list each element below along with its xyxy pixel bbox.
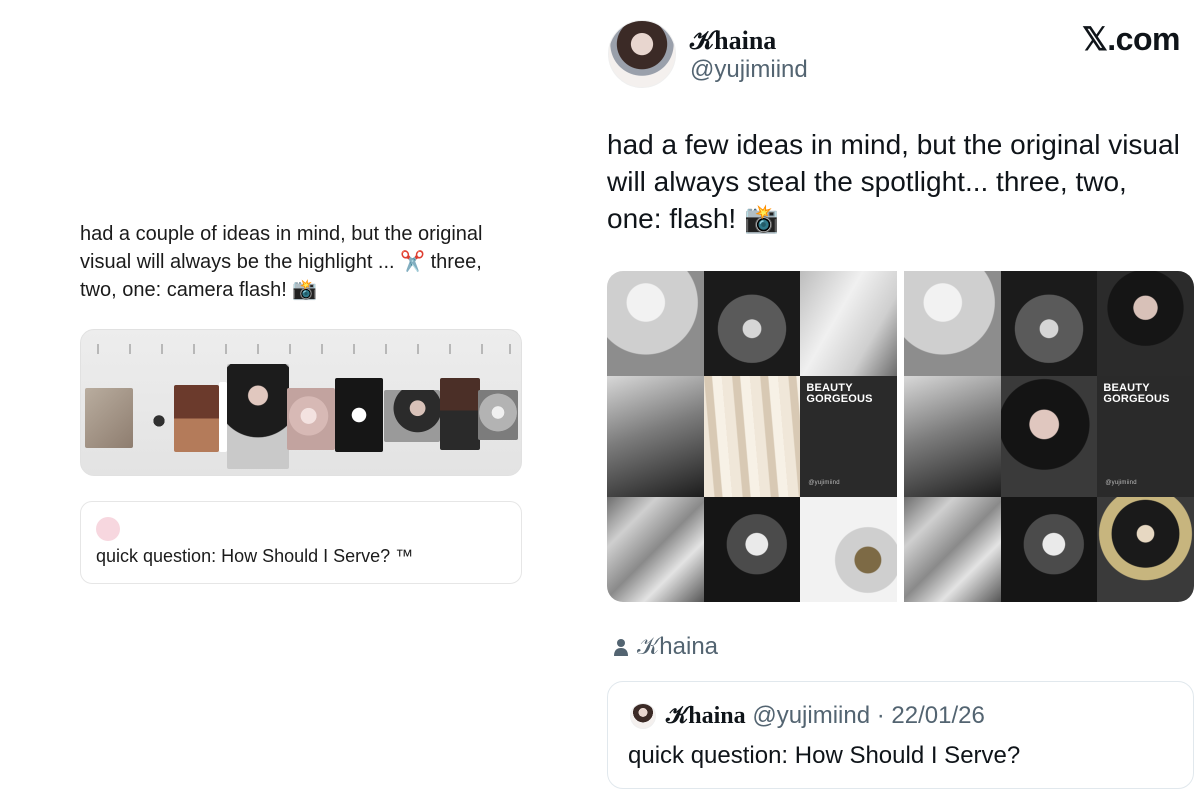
beauty-title: BEAUTY GORGEOUS (1103, 382, 1170, 405)
collage-tick (257, 344, 259, 354)
quoted-tweet-card[interactable]: 𝒦haina @yujimiind · 22/01/26 quick quest… (607, 681, 1194, 789)
quoted-text: quick question: How Should I Serve? (628, 742, 1021, 769)
collage-tick (161, 344, 163, 354)
collage-photo (384, 390, 440, 442)
quoted-avatar (630, 703, 656, 729)
media-tile (1000, 497, 1098, 602)
collage-tick (449, 344, 451, 354)
collage-tick (193, 344, 195, 354)
collage-photo (478, 390, 518, 440)
media-tile (904, 497, 1001, 602)
beauty-tile: BEAUTY GORGEOUS @yujimiind (800, 376, 897, 497)
media-tile (607, 271, 704, 376)
left-collage-image[interactable] (80, 329, 522, 476)
collage-tick (289, 344, 291, 354)
collage-tick (385, 344, 387, 354)
collage-photo (141, 400, 177, 438)
media-tile (1000, 271, 1098, 376)
collage-tick (353, 344, 355, 354)
page: had a couple of ideas in mind, but the o… (0, 0, 1200, 800)
media-tile (1097, 271, 1194, 376)
media-tile (1097, 497, 1194, 602)
byline-name[interactable]: 𝒦haina (637, 633, 718, 661)
x-logo-icon: 𝕏 (1082, 21, 1108, 57)
collage-photo (174, 385, 219, 452)
user-handle[interactable]: @yujimiind (690, 56, 808, 84)
quoted-date[interactable]: 22/01/26 (891, 702, 984, 729)
left-quoted-post[interactable]: quick question: How Should I Serve? ™ (80, 501, 522, 584)
x-logo-suffix: .com (1107, 21, 1180, 57)
collage-photo (85, 388, 133, 448)
quoted-name[interactable]: 𝒦haina (666, 703, 746, 729)
collage-photo (287, 388, 335, 450)
x-logo-label: 𝕏.com (1082, 20, 1180, 58)
left-post-text: had a couple of ideas in mind, but the o… (80, 223, 483, 301)
media-tile (800, 271, 897, 376)
media-tile (607, 376, 704, 497)
media-tile (800, 497, 897, 602)
beauty-handle: @yujimiind (808, 480, 840, 486)
quoted-header: 𝒦haina @yujimiind · 22/01/26 (666, 702, 985, 730)
collage-tick (97, 344, 99, 354)
collage-photo (227, 364, 289, 469)
profile-avatar[interactable] (608, 20, 676, 88)
media-tile (703, 271, 801, 376)
byline: 𝒦haina (613, 633, 718, 661)
media-tile (904, 376, 1001, 497)
display-name[interactable]: 𝒦haina (690, 26, 776, 57)
collage-photo (440, 378, 480, 450)
quoted-handle[interactable]: @yujimiind (752, 702, 870, 729)
quoted-avatar (96, 517, 120, 541)
media-grid-right: BEAUTY GORGEOUS @yujimiind (904, 271, 1194, 602)
collage-photo (335, 378, 383, 452)
tweet-text: had a few ideas in mind, but the origina… (607, 129, 1180, 234)
media-tile (607, 497, 704, 602)
media-tile (1000, 376, 1098, 497)
collage-tick (129, 344, 131, 354)
collage-photo (219, 382, 227, 452)
person-icon (614, 639, 628, 656)
collage-tick (509, 344, 511, 354)
beauty-title: BEAUTY GORGEOUS (806, 382, 873, 405)
media-grid-left: BEAUTY GORGEOUS @yujimiind (607, 271, 897, 602)
media-tile (703, 376, 801, 497)
quoted-dot: · (876, 702, 885, 729)
left-quote-text: quick question: How Should I Serve? ™ (96, 546, 414, 566)
collage-tick (225, 344, 227, 354)
tweet-media[interactable]: BEAUTY GORGEOUS @yujimiind BEAUTY GORGEO… (607, 271, 1194, 602)
collage-tick (417, 344, 419, 354)
beauty-tile: BEAUTY GORGEOUS @yujimiind (1097, 376, 1194, 497)
beauty-handle: @yujimiind (1105, 480, 1137, 486)
media-tile (904, 271, 1001, 376)
collage-tick (481, 344, 483, 354)
media-tile (703, 497, 801, 602)
collage-tick (321, 344, 323, 354)
